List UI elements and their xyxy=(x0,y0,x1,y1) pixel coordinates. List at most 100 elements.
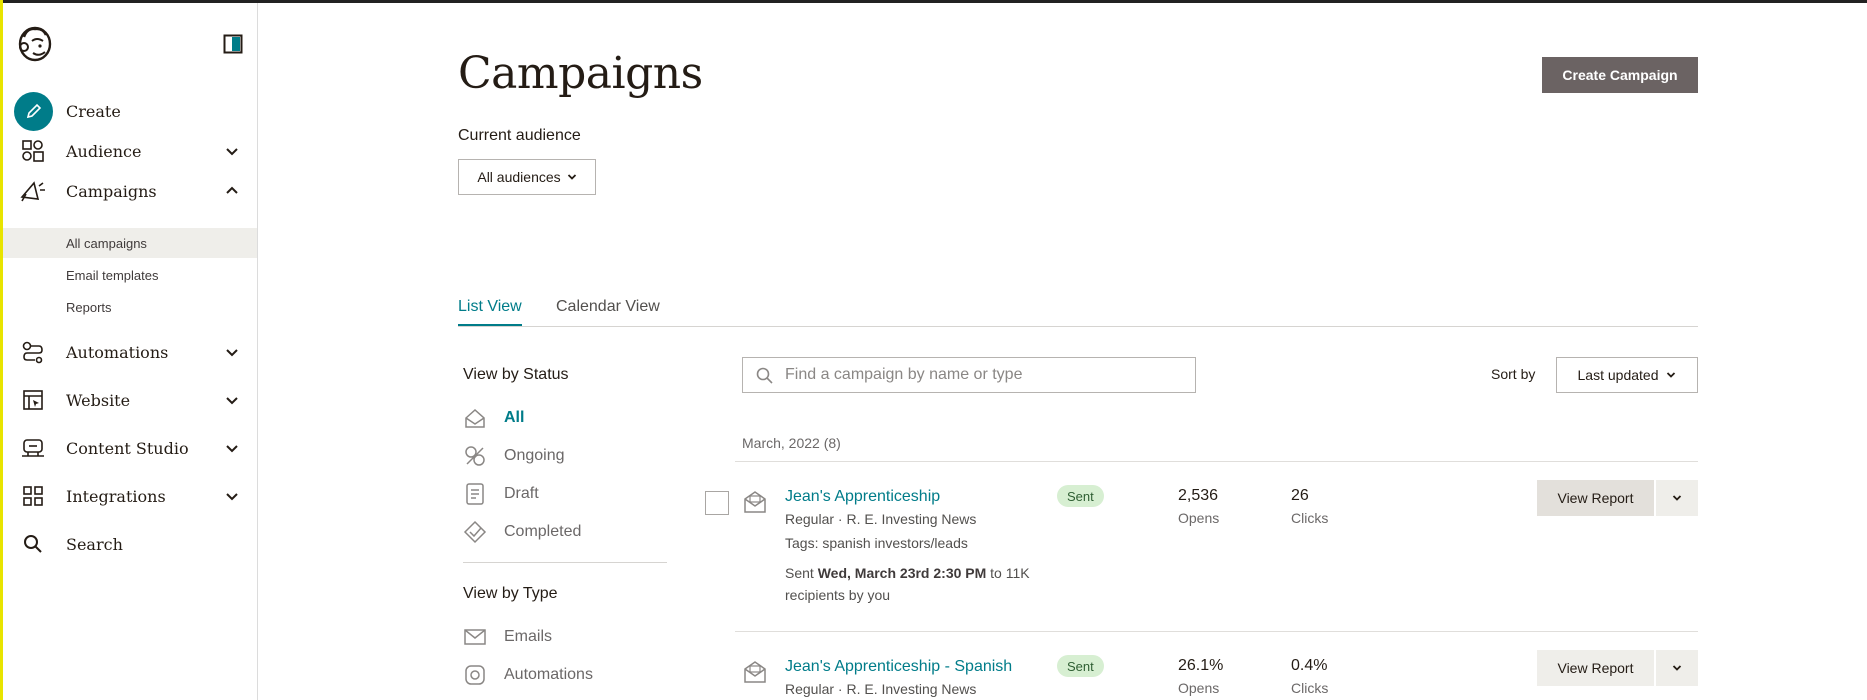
completed-icon xyxy=(463,520,487,544)
email-icon xyxy=(463,625,487,649)
tabs-divider xyxy=(458,326,1698,327)
chevron-down-icon xyxy=(226,493,238,501)
sidebar-item-label: Create xyxy=(66,101,121,121)
content-studio-icon xyxy=(20,435,46,461)
sidebar-item-label: Automations xyxy=(66,342,169,362)
sidebar-item-content-studio[interactable]: Content Studio xyxy=(3,428,257,468)
filter-label: Ongoing xyxy=(504,447,565,464)
sidebar-subitem-all-campaigns[interactable]: All campaigns xyxy=(3,228,257,258)
audience-select[interactable]: All audiences xyxy=(458,159,596,195)
sort-select-value: Last updated xyxy=(1577,367,1659,383)
view-report-button[interactable]: View Report xyxy=(1537,480,1654,516)
sidebar-subitem-label: Reports xyxy=(66,299,112,315)
month-group-label: March, 2022 (8) xyxy=(742,435,841,451)
page-title: Campaigns xyxy=(458,48,703,99)
view-by-status-heading: View by Status xyxy=(463,366,569,383)
chevron-up-icon xyxy=(226,186,238,194)
report-options-dropdown[interactable] xyxy=(1656,480,1698,516)
clicks-label: Clicks xyxy=(1291,680,1329,696)
status-badge: Sent xyxy=(1057,655,1104,677)
chevron-down-icon xyxy=(567,174,576,180)
campaign-row: Jean's Apprenticeship Regular · R. E. In… xyxy=(705,480,1698,610)
campaign-search-input[interactable] xyxy=(785,366,1175,384)
clicks-value: 0.4% xyxy=(1291,657,1328,674)
filter-label: All xyxy=(504,409,525,426)
clicks-value: 26 xyxy=(1291,487,1309,504)
email-campaign-icon xyxy=(744,661,766,683)
email-campaign-icon xyxy=(744,491,766,513)
integrations-icon xyxy=(20,483,46,509)
sidebar-item-automations[interactable]: Automations xyxy=(3,332,257,372)
automation-type-icon xyxy=(463,663,487,687)
view-report-button[interactable]: View Report xyxy=(1537,650,1654,686)
pencil-icon xyxy=(14,91,53,131)
chevron-down-icon xyxy=(1672,665,1682,671)
view-by-type-heading: View by Type xyxy=(463,585,558,602)
sidebar-item-create[interactable]: Create xyxy=(3,91,257,131)
filter-type-emails[interactable]: Emails xyxy=(463,625,552,649)
sidebar-collapse-icon[interactable] xyxy=(223,34,243,54)
website-icon xyxy=(20,387,46,413)
filter-type-automations[interactable]: Automations xyxy=(463,663,593,687)
row-checkbox[interactable] xyxy=(705,491,729,515)
clicks-label: Clicks xyxy=(1291,510,1329,526)
filter-divider xyxy=(463,562,667,563)
sidebar-subitem-label: Email templates xyxy=(66,267,159,283)
search-icon xyxy=(20,531,46,557)
current-audience-label: Current audience xyxy=(458,127,581,144)
filter-status-draft[interactable]: Draft xyxy=(463,482,539,506)
sidebar-item-search[interactable]: Search xyxy=(3,524,257,564)
filter-status-ongoing[interactable]: Ongoing xyxy=(463,444,565,468)
filter-status-completed[interactable]: Completed xyxy=(463,520,581,544)
sort-select[interactable]: Last updated xyxy=(1556,357,1698,393)
chevron-down-icon xyxy=(226,349,238,357)
sidebar-item-label: Audience xyxy=(66,141,142,161)
search-icon xyxy=(756,367,773,384)
report-options-dropdown[interactable] xyxy=(1656,650,1698,686)
chevron-down-icon xyxy=(226,148,238,156)
chevron-down-icon xyxy=(1672,495,1682,501)
sidebar-item-label: Search xyxy=(66,534,123,554)
sidebar-item-label: Campaigns xyxy=(66,181,157,201)
sent-date: Wed, March 23rd 2:30 PM xyxy=(817,565,987,581)
campaign-name-link[interactable]: Jean's Apprenticeship xyxy=(785,488,940,506)
filter-label: Draft xyxy=(504,485,539,502)
sidebar: Create Audience Campaigns All campaigns … xyxy=(3,3,258,700)
sidebar-item-audience[interactable]: Audience xyxy=(3,131,257,171)
automations-icon xyxy=(20,339,46,365)
filter-status-all[interactable]: All xyxy=(463,406,524,430)
campaign-tags: Tags: spanish investors/leads xyxy=(785,535,968,551)
status-badge: Sent xyxy=(1057,485,1104,507)
mailchimp-logo-icon[interactable] xyxy=(15,23,55,63)
opens-value: 2,536 xyxy=(1178,487,1219,504)
top-border xyxy=(0,0,1867,3)
sidebar-subitem-reports[interactable]: Reports xyxy=(3,292,257,322)
row-divider xyxy=(735,631,1698,632)
filter-label: Emails xyxy=(504,628,553,645)
sidebar-item-website[interactable]: Website xyxy=(3,380,257,420)
sidebar-subitem-label: All campaigns xyxy=(66,235,147,251)
sort-by-label: Sort by xyxy=(1491,366,1536,382)
campaign-row: Jean's Apprenticeship - Spanish Regular … xyxy=(705,650,1698,700)
tab-calendar-view[interactable]: Calendar View xyxy=(556,298,660,326)
draft-icon xyxy=(463,482,487,506)
chevron-down-icon xyxy=(226,397,238,405)
opens-label: Opens xyxy=(1178,680,1220,696)
campaign-sent-recipients: recipients by you xyxy=(785,587,891,603)
audience-select-value: All audiences xyxy=(477,169,561,185)
create-campaign-button[interactable]: Create Campaign xyxy=(1542,57,1698,93)
filter-label: Completed xyxy=(504,523,582,540)
audience-icon xyxy=(20,138,46,164)
megaphone-icon xyxy=(20,178,46,204)
sidebar-item-label: Integrations xyxy=(66,486,166,506)
sidebar-item-campaigns[interactable]: Campaigns xyxy=(3,171,257,211)
sidebar-item-integrations[interactable]: Integrations xyxy=(3,476,257,516)
ongoing-icon xyxy=(463,444,487,468)
chevron-down-icon xyxy=(1667,372,1676,378)
campaign-sent-info: Sent Wed, March 23rd 2:30 PM to 11K xyxy=(785,565,1030,581)
campaign-search-box xyxy=(742,357,1196,393)
sidebar-subitem-email-templates[interactable]: Email templates xyxy=(3,260,257,290)
row-divider xyxy=(735,461,1698,462)
campaign-name-link[interactable]: Jean's Apprenticeship - Spanish xyxy=(785,658,1012,676)
tab-list-view[interactable]: List View xyxy=(458,298,522,326)
